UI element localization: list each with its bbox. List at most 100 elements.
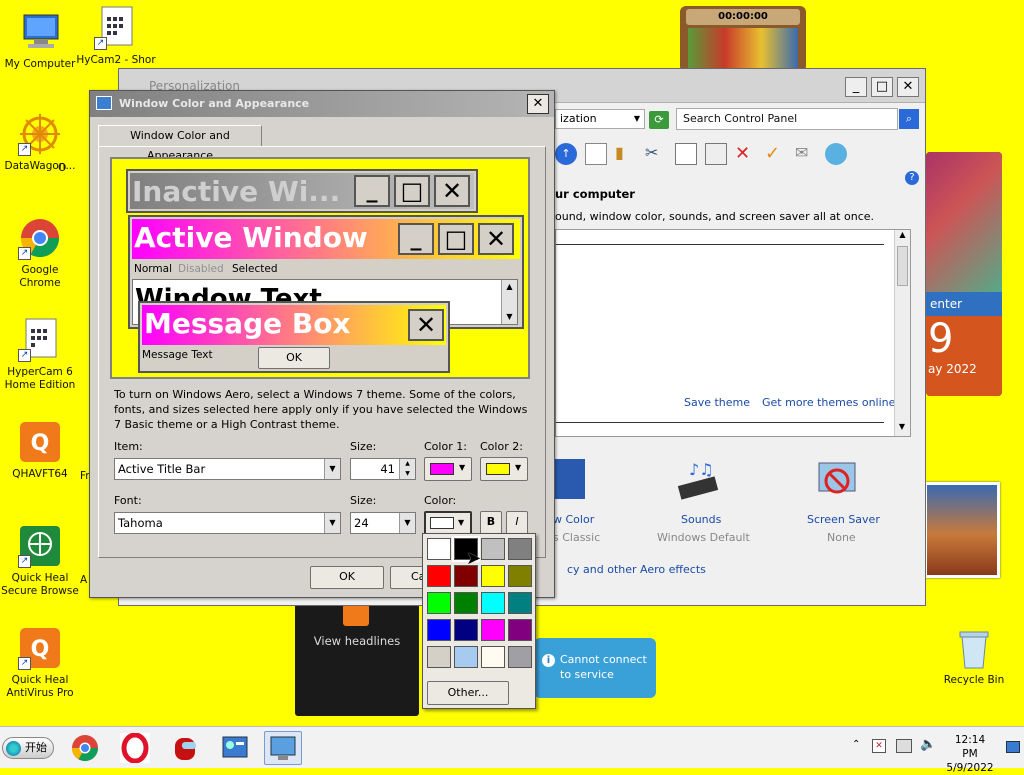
shell-icon[interactable] bbox=[825, 143, 847, 165]
palette-swatch[interactable] bbox=[454, 619, 478, 641]
title-bar[interactable]: Window Color and Appearance ✕ bbox=[90, 91, 554, 117]
screensaver-icon[interactable] bbox=[815, 459, 859, 503]
ok-button[interactable]: OK bbox=[310, 566, 384, 589]
save-theme-link[interactable]: Save theme bbox=[684, 396, 750, 409]
delete-icon[interactable]: ✕ bbox=[735, 143, 757, 165]
chevron-down-icon[interactable]: ▼ bbox=[399, 469, 415, 479]
size-spinner[interactable]: 41 ▲ ▼ bbox=[350, 458, 416, 480]
calendar-center-label: enter bbox=[926, 292, 1002, 316]
chevron-up-icon[interactable]: ▲ bbox=[895, 230, 910, 244]
calendar-gadget[interactable]: enter 9 ay 2022 bbox=[926, 152, 1002, 396]
palette-swatch[interactable] bbox=[508, 592, 532, 614]
checkmark-icon[interactable]: ✓ bbox=[765, 143, 787, 165]
paste-icon[interactable] bbox=[705, 143, 727, 165]
desktop-icon-qhavft64[interactable]: Q QHAVFT64 bbox=[0, 420, 80, 481]
search-input[interactable]: Search Control Panel bbox=[676, 108, 898, 130]
scroll-thumb[interactable] bbox=[897, 246, 908, 286]
search-icon[interactable]: ⌕ bbox=[899, 109, 919, 129]
font-color-button[interactable]: ▼ bbox=[424, 511, 472, 535]
palette-swatch[interactable] bbox=[427, 619, 451, 641]
cancel-button[interactable]: Ca bbox=[390, 566, 426, 589]
scrollbar[interactable]: ▲ ▼ bbox=[894, 230, 910, 436]
palette-swatch[interactable] bbox=[481, 592, 505, 614]
chevron-up-icon[interactable]: ▲ bbox=[399, 459, 415, 469]
taskbar-game[interactable] bbox=[166, 731, 204, 765]
panes-icon[interactable] bbox=[585, 143, 607, 165]
start-button[interactable]: 开始 bbox=[2, 737, 54, 759]
sounds-link[interactable]: Sounds bbox=[681, 513, 721, 526]
font-size-dropdown[interactable]: 24 ▼ bbox=[350, 512, 416, 534]
close-button[interactable]: ✕ bbox=[897, 77, 919, 97]
quickheal-icon: Q bbox=[18, 420, 62, 464]
theme-list[interactable]: Save theme Get more themes online ▲ ▼ bbox=[555, 229, 911, 437]
palette-swatch[interactable] bbox=[508, 565, 532, 587]
other-colors-button[interactable]: Other... bbox=[427, 681, 509, 705]
color2-button[interactable]: ▼ bbox=[480, 457, 528, 481]
palette-swatch[interactable] bbox=[427, 538, 451, 560]
copy-icon[interactable] bbox=[675, 143, 697, 165]
taskbar-control-panel[interactable] bbox=[216, 731, 254, 765]
message-box-preview: Message Box ✕ Message Text OK bbox=[138, 301, 450, 373]
scissors-icon[interactable]: ✂ bbox=[645, 143, 667, 165]
taskbar-chrome[interactable] bbox=[66, 731, 104, 765]
feed-label[interactable]: View headlines bbox=[295, 634, 419, 648]
screensaver-link[interactable]: Screen Saver bbox=[807, 513, 880, 526]
up-arrow-icon[interactable]: ↑ bbox=[555, 143, 577, 165]
item-dropdown[interactable]: Active Title Bar ▼ bbox=[114, 458, 341, 480]
window-color-sub: s Classic bbox=[553, 531, 601, 544]
palette-swatch[interactable] bbox=[508, 538, 532, 560]
puzzle-gadget[interactable]: 00:00:00 bbox=[680, 6, 806, 72]
slideshow-gadget[interactable] bbox=[924, 482, 1000, 578]
aero-effects-link[interactable]: cy and other Aero effects bbox=[567, 563, 706, 576]
palette-swatch[interactable] bbox=[481, 646, 505, 668]
font-dropdown[interactable]: Tahoma ▼ bbox=[114, 512, 341, 534]
palette-swatch[interactable] bbox=[427, 565, 451, 587]
desktop-icon-quickheal-browse[interactable]: ↗ Quick Heal Secure Browse bbox=[0, 524, 80, 598]
palette-swatch[interactable] bbox=[481, 565, 505, 587]
taskbar-personalization[interactable] bbox=[264, 731, 302, 765]
address-bar[interactable]: ization ▼ bbox=[555, 109, 645, 129]
bold-button[interactable]: B bbox=[480, 511, 502, 535]
desktop-icon-hycam2[interactable]: ↗ HyCam2 - Shor bbox=[76, 6, 156, 67]
network-icon[interactable] bbox=[896, 739, 912, 753]
refresh-icon[interactable]: ⟳ bbox=[649, 111, 669, 129]
desktop-icon-quickheal-antivirus[interactable]: Q ↗ Quick Heal AntiVirus Pro bbox=[0, 626, 80, 700]
chevron-up-icon[interactable]: ⌃ bbox=[852, 739, 860, 750]
desktop-icon-hypercam6[interactable]: ↗ HyperCam 6 Home Edition bbox=[0, 318, 80, 392]
window-color-link[interactable]: w Color bbox=[553, 513, 594, 526]
palette-swatch[interactable] bbox=[427, 646, 451, 668]
color1-button[interactable]: ▼ bbox=[424, 457, 472, 481]
minimize-button[interactable]: _ bbox=[845, 77, 867, 97]
desktop-icon-my-computer[interactable]: My Computer bbox=[0, 10, 80, 71]
mail-icon[interactable]: ✉ bbox=[795, 143, 817, 165]
volume-icon[interactable]: 🔈 bbox=[920, 737, 936, 752]
taskbar-opera[interactable] bbox=[116, 731, 154, 765]
window-color-icon[interactable] bbox=[555, 459, 585, 499]
help-icon[interactable]: ? bbox=[905, 171, 919, 185]
palette-swatch[interactable] bbox=[508, 646, 532, 668]
desktop-icon-chrome[interactable]: ↗ Google Chrome bbox=[0, 216, 80, 290]
chevron-down-icon[interactable]: ▼ bbox=[895, 422, 909, 436]
weather-gadget[interactable]: i Cannot connect to service bbox=[534, 638, 656, 698]
palette-swatch[interactable] bbox=[481, 619, 505, 641]
sounds-icon[interactable]: ♪♫ bbox=[675, 457, 721, 503]
palette-swatch[interactable] bbox=[481, 538, 505, 560]
tab-window-color[interactable]: Window Color and Appearance bbox=[98, 125, 262, 162]
palette-swatch[interactable] bbox=[454, 646, 478, 668]
window-color-dialog[interactable]: Window Color and Appearance ✕ Window Col… bbox=[89, 90, 555, 598]
folder-icon[interactable]: ▮ bbox=[615, 143, 637, 165]
screensaver-sub: None bbox=[827, 531, 856, 544]
close-button[interactable]: ✕ bbox=[527, 94, 549, 114]
italic-button[interactable]: I bbox=[506, 511, 528, 535]
palette-swatch[interactable] bbox=[508, 619, 532, 641]
desktop-icon-recycle-bin[interactable]: Recycle Bin bbox=[934, 626, 1014, 687]
action-center-icon[interactable]: ✕ bbox=[872, 739, 886, 753]
clock[interactable]: 12:14 PM 5/9/2022 bbox=[946, 733, 994, 775]
show-desktop-icon[interactable] bbox=[1006, 741, 1020, 753]
palette-swatch[interactable] bbox=[454, 592, 478, 614]
palette-swatch[interactable] bbox=[427, 592, 451, 614]
feed-gadget[interactable]: View headlines bbox=[295, 598, 419, 716]
personalization-icon bbox=[270, 736, 296, 760]
maximize-button[interactable]: □ bbox=[871, 77, 893, 97]
more-themes-link[interactable]: Get more themes online bbox=[762, 396, 895, 409]
